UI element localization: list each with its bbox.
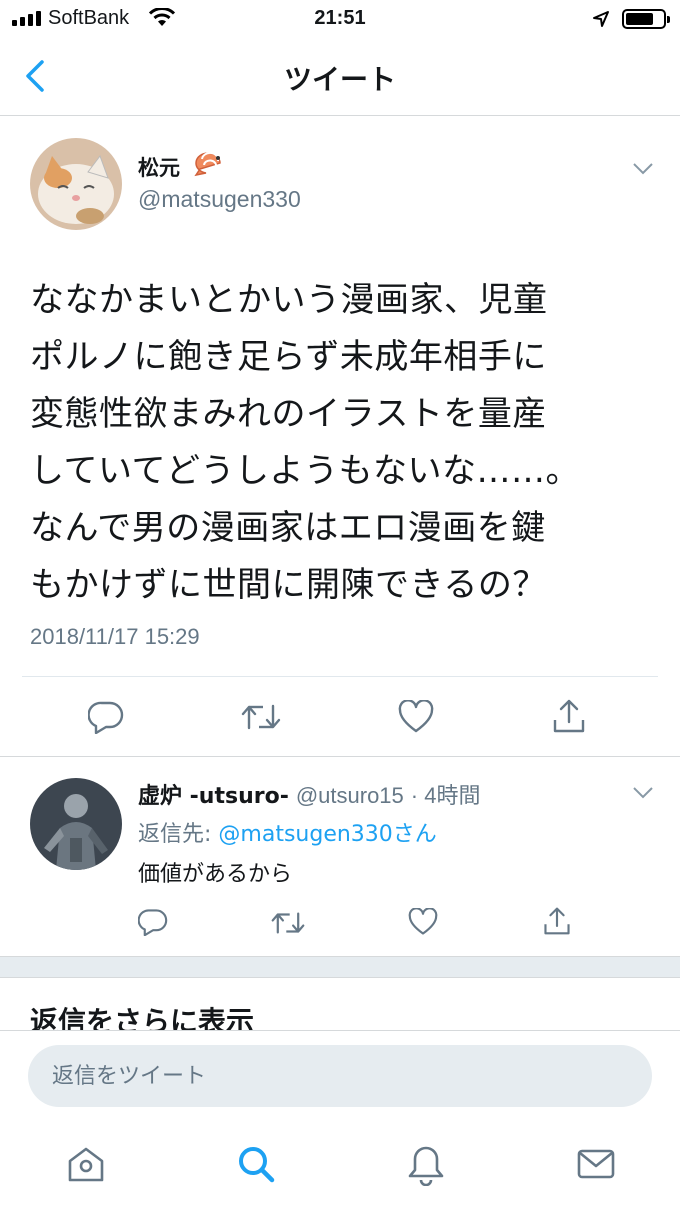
share-icon[interactable] (552, 698, 586, 734)
retweet-icon[interactable] (241, 702, 281, 732)
tweet-text-line: 変態性欲まみれのイラストを量産 (30, 394, 547, 434)
divider (22, 676, 658, 677)
notifications-bell-icon[interactable] (406, 1144, 446, 1186)
chevron-down-icon[interactable] (632, 162, 654, 176)
messages-envelope-icon[interactable] (576, 1144, 616, 1184)
tweet-text-line: もかけずに世間に開陳できるの？ (30, 565, 547, 605)
retweet-icon[interactable] (271, 910, 305, 936)
battery-icon (622, 9, 670, 29)
tweet-timestamp: 2018/11/17 15:29 (30, 624, 200, 649)
bottom-tab-bar (0, 1118, 680, 1209)
reply-handle[interactable]: @utsuro15 (296, 783, 404, 808)
cat-avatar-image (30, 138, 122, 230)
chevron-down-icon[interactable] (632, 786, 654, 800)
home-icon[interactable] (66, 1144, 106, 1184)
reply-text: 価値があるから (138, 862, 293, 887)
tweet-text-line: なんで男の漫画家はエロ漫画を鍵 (30, 508, 546, 548)
reply-avatar[interactable] (30, 778, 122, 870)
nav-header: ツイート (0, 38, 680, 116)
reply-icon[interactable] (138, 908, 168, 936)
reply-to-prefix: 返信先: (138, 822, 219, 847)
shrimp-emoji-icon (194, 151, 221, 177)
tweet-actions (0, 696, 680, 740)
like-heart-icon[interactable] (408, 908, 438, 936)
reply-actions (0, 900, 680, 944)
reply-to-line: 返信先: @matsugen330さん (138, 816, 437, 848)
tweet-text-line: ポルノに飽き足らず未成年相手に (30, 337, 547, 377)
clock: 21:51 (314, 7, 366, 29)
character-avatar-image (30, 778, 122, 870)
reply-age: · 4時間 (410, 783, 481, 808)
show-more-replies-link[interactable]: 返信をさらに表示 (30, 1000, 254, 1032)
location-arrow-icon (593, 11, 609, 27)
reply-header: 虚炉 -utsuro- @utsuro15 · 4時間 (138, 778, 480, 810)
reply-to-mention-link[interactable]: @matsugen330さん (218, 822, 436, 847)
page-title: ツイート (283, 63, 396, 96)
tweet-text-line: していてどうしようもないな……。 (30, 451, 580, 491)
search-icon[interactable] (236, 1144, 276, 1184)
like-heart-icon[interactable] (398, 700, 434, 734)
author-display-name[interactable]: 松元 (138, 152, 180, 182)
tweet-text-line: ななかまいとかいう漫画家、児童 (30, 280, 548, 320)
author-handle[interactable]: @matsugen330 (138, 186, 301, 213)
avatar[interactable] (30, 138, 122, 230)
share-icon[interactable] (543, 906, 571, 936)
reply-composer-bar (0, 1030, 680, 1118)
reply-icon[interactable] (88, 700, 124, 734)
section-separator (0, 956, 680, 978)
reply-display-name[interactable]: 虚炉 -utsuro- (138, 784, 289, 809)
status-bar: SoftBank 21:51 (0, 0, 680, 38)
tweet-text: ななかまいとかいう漫画家、児童 ポルノに飽き足らず未成年相手に 変態性欲まみれの… (30, 272, 660, 614)
reply-composer-input[interactable] (28, 1045, 652, 1107)
divider (0, 756, 680, 757)
